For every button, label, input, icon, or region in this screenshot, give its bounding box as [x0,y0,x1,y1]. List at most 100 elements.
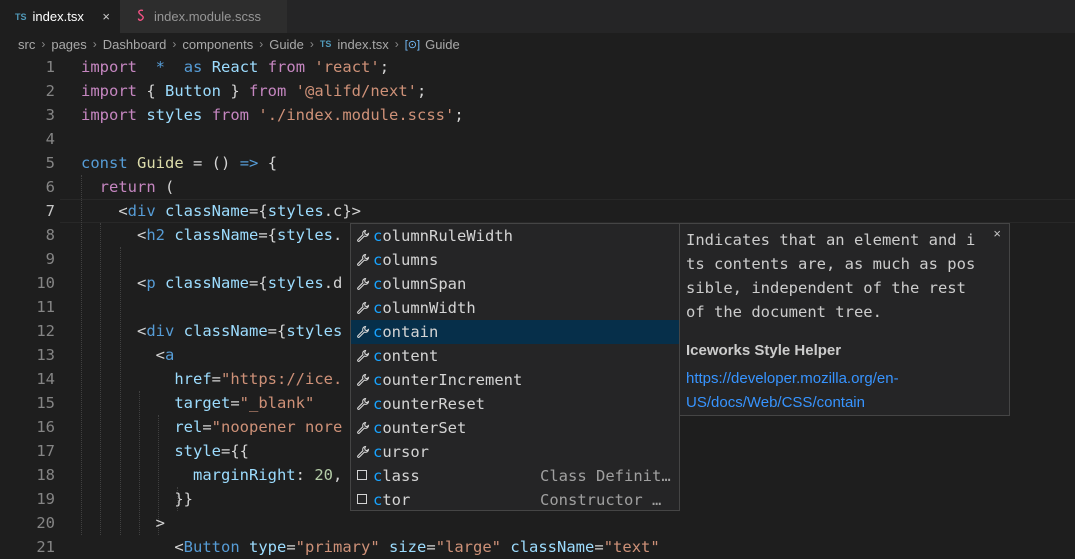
code-token: { [137,82,165,100]
code-token: ={ [258,226,278,244]
code-token: "text" [603,538,660,556]
breadcrumb-item-guide[interactable]: Guide [269,37,304,52]
chevron-right-icon: › [41,37,46,51]
suggest-item[interactable]: content [351,344,679,368]
code-token: = () [183,154,240,172]
breadcrumb-item-symbol[interactable]: Guide [425,37,460,52]
code-line: <h2 className={styles. [81,223,342,247]
chevron-right-icon: › [309,37,314,51]
suggest-item[interactable]: contain [351,320,679,344]
match-highlight: c [373,467,383,485]
suggest-item-label: columnSpan [373,275,467,293]
typescript-icon: TS [15,11,27,22]
code-token: = [202,418,212,436]
chevron-right-icon: › [394,37,399,51]
code-token: from [267,58,306,76]
tab-index-module-scss[interactable]: index.module.scss [120,0,288,33]
code-line: <div className={styles [81,319,342,343]
code-token: { [258,154,278,172]
tab-bar: TS index.tsx × index.module.scss [0,0,1075,33]
match-highlight: c [373,491,383,509]
suggest-item[interactable]: class Class Definit… [351,464,679,488]
suggest-widget[interactable]: columnRuleWidth columns columnSpan columnWi… [350,223,680,511]
code-token: * [155,58,166,76]
line-number: 20 [36,514,55,532]
line-number: 9 [45,250,55,268]
close-icon[interactable]: × [102,9,110,24]
code-token: const [81,154,128,172]
breadcrumb-item-src[interactable]: src [18,37,35,52]
suggest-details-panel: × Indicates that an element and i ts con… [679,223,1010,416]
code-token: }} [81,490,193,508]
code-token: "primary" [295,538,380,556]
code-token: .d [323,274,343,292]
breadcrumb-item-dashboard[interactable]: Dashboard [103,37,167,52]
line-number: 4 [45,130,55,148]
code-token: "large" [435,538,502,556]
details-documentation: Indicates that an element and i ts conte… [686,231,976,321]
suggest-item[interactable]: columnSpan [351,272,679,296]
code-token: , [332,466,343,484]
code-token: < [81,202,128,220]
code-token: styles [277,226,334,244]
line-number: 17 [36,442,55,460]
code-token: "noopener nore [211,418,343,436]
line-number: 5 [45,154,55,172]
snippet-icon [357,470,367,480]
code-token: : [295,466,315,484]
suggest-item-label: cursor [373,443,430,461]
match-highlight: c [373,227,383,245]
code-token: ={ [249,274,268,292]
suggest-item-label: columnWidth [373,299,476,317]
suggest-item-label: counterIncrement [373,371,523,389]
code-line: marginRight: 20, [81,463,342,487]
details-mdn-link[interactable]: https://developer.mozilla.org/en-US/docs… [686,367,996,415]
code-token: style [81,442,221,460]
match-highlight: c [373,371,383,389]
breadcrumb-item-file[interactable]: index.tsx [337,37,388,52]
code-line: <a [81,343,175,367]
code-token: ; [379,58,390,76]
code-line: import styles from './index.module.scss'… [81,103,464,127]
code-token: p [146,274,156,292]
code-token: './index.module.scss' [258,106,455,124]
code-line: target="_blank" [81,391,314,415]
suggest-item[interactable]: counterIncrement [351,368,679,392]
code-line: > [81,511,165,535]
code-token: Guide [137,154,184,172]
suggest-item[interactable]: columnRuleWidth [351,224,679,248]
code-token: ={{ [220,442,249,460]
match-highlight: c [373,419,383,437]
code-token: ; [454,106,464,124]
line-number: 19 [36,490,55,508]
line-number: 21 [36,538,55,556]
code-token: < [81,274,147,292]
code-token: as [183,58,203,76]
close-icon[interactable]: × [993,226,1001,241]
code-token: type [249,538,287,556]
suggest-item-detail: Constructor … [540,491,662,509]
code-line: style={{ [81,439,249,463]
breadcrumb-item-pages[interactable]: pages [51,37,86,52]
code-token: styles [267,202,324,220]
suggest-item[interactable]: columnWidth [351,296,679,320]
suggest-item[interactable]: ctor Constructor … [351,488,679,512]
code-line: return ( [81,175,175,199]
tab-index-tsx[interactable]: TS index.tsx × [0,0,120,33]
suggest-item[interactable]: counterSet [351,416,679,440]
code-token: ( [155,178,175,196]
suggest-item-label: counterReset [373,395,485,413]
suggest-item[interactable]: columns [351,248,679,272]
breadcrumb-item-components[interactable]: components [182,37,253,52]
suggest-item-label: contain [373,323,439,341]
suggest-item[interactable]: counterReset [351,392,679,416]
suggest-item-detail: Class Definit… [540,467,671,485]
code-token: return [81,178,156,196]
suggest-item[interactable]: cursor [351,440,679,464]
